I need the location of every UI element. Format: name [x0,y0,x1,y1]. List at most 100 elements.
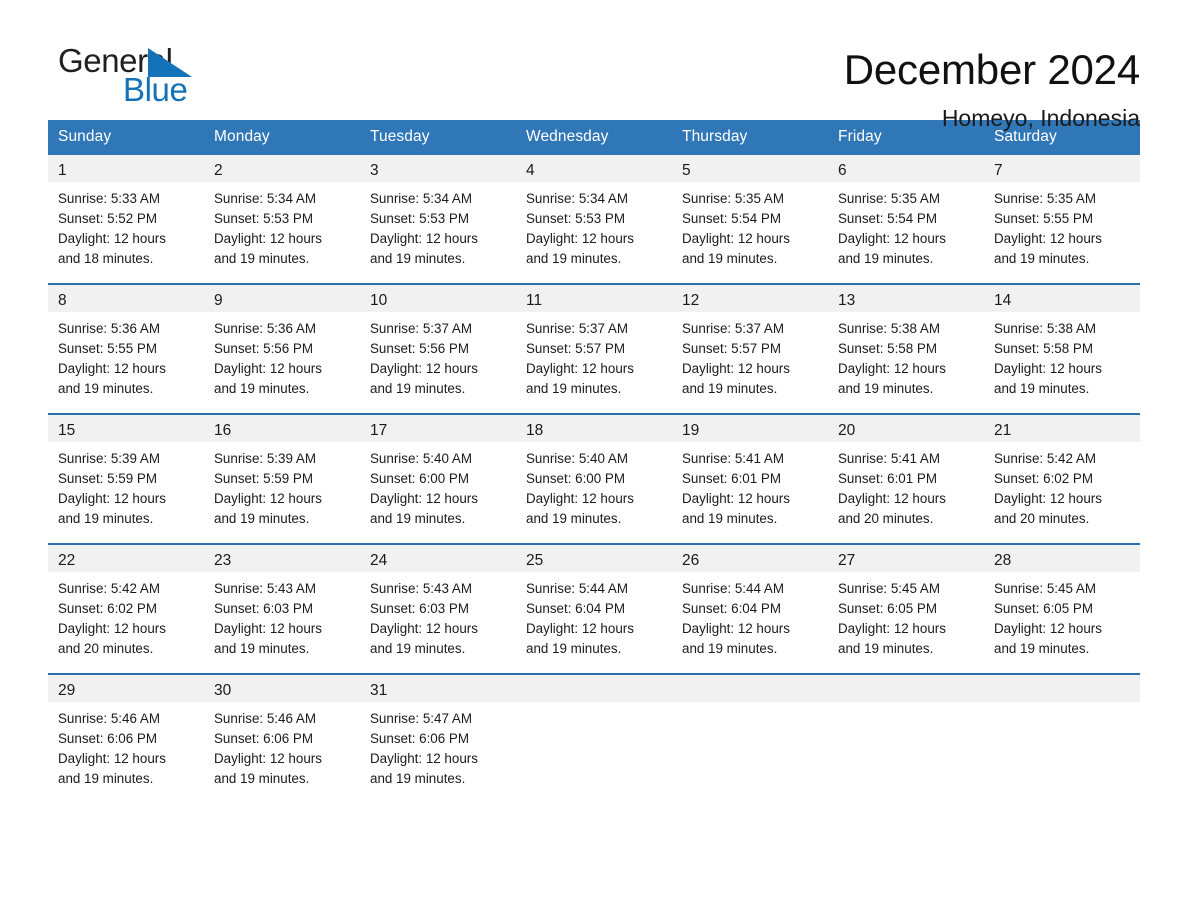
calendar-week-row: 8 Sunrise: 5:36 AM Sunset: 5:55 PM Daylight… [48,283,1140,414]
daylight-duration-line-1: Daylight: 12 hours [838,621,946,636]
calendar-day-cell[interactable]: 4 Sunrise: 5:34 AM Sunset: 5:53 PM Daylight… [516,155,672,284]
daylight-duration-line-2: and 19 minutes. [838,251,934,266]
calendar-day-cell-empty [516,673,672,803]
calendar-day-cell[interactable]: 17 Sunrise: 5:40 AM Sunset: 6:00 PM Dayligh… [360,413,516,544]
sunset-time: Sunset: 6:06 PM [58,731,157,746]
calendar-day-cell[interactable]: 3 Sunrise: 5:34 AM Sunset: 5:53 PM Daylight… [360,155,516,284]
daylight-duration-line-2: and 19 minutes. [526,381,622,396]
day-details: Sunrise: 5:45 AM Sunset: 6:05 PM Daylight:… [828,572,984,673]
calendar-day-cell[interactable]: 30 Sunrise: 5:46 AM Sunset: 6:06 PM Dayligh… [204,673,360,803]
daylight-duration-line-2: and 19 minutes. [370,771,466,786]
calendar-day-cell[interactable]: 13 Sunrise: 5:38 AM Sunset: 5:58 PM Dayligh… [828,283,984,414]
sunset-time: Sunset: 6:06 PM [370,731,469,746]
calendar-day-cell[interactable]: 6 Sunrise: 5:35 AM Sunset: 5:54 PM Daylight… [828,155,984,284]
calendar-day-cell[interactable]: 15 Sunrise: 5:39 AM Sunset: 5:59 PM Dayligh… [48,413,204,544]
day-number: 8 [48,285,204,312]
calendar-day-cell[interactable]: 5 Sunrise: 5:35 AM Sunset: 5:54 PM Daylight… [672,155,828,284]
day-number: 10 [360,285,516,312]
calendar-day-cell[interactable]: 26 Sunrise: 5:44 AM Sunset: 6:04 PM Dayligh… [672,543,828,674]
daylight-duration-line-1: Daylight: 12 hours [994,231,1102,246]
daylight-duration-line-1: Daylight: 12 hours [838,361,946,376]
calendar-day-cell[interactable]: 25 Sunrise: 5:44 AM Sunset: 6:04 PM Dayligh… [516,543,672,674]
calendar-day-cell[interactable]: 11 Sunrise: 5:37 AM Sunset: 5:57 PM Dayligh… [516,283,672,414]
sunrise-time: Sunrise: 5:37 AM [526,321,628,336]
day-number: 19 [672,415,828,442]
day-details: Sunrise: 5:41 AM Sunset: 6:01 PM Daylight:… [828,442,984,543]
day-number: 13 [828,285,984,312]
sunrise-time: Sunrise: 5:46 AM [58,711,160,726]
daylight-duration-line-1: Daylight: 12 hours [214,491,322,506]
day-details: Sunrise: 5:37 AM Sunset: 5:57 PM Daylight:… [516,312,672,413]
calendar-day-cell[interactable]: 22 Sunrise: 5:42 AM Sunset: 6:02 PM Dayligh… [48,543,204,674]
sunset-time: Sunset: 6:02 PM [994,471,1093,486]
calendar-body: 1 Sunrise: 5:33 AM Sunset: 5:52 PM Daylight… [48,155,1140,803]
calendar-day-cell[interactable]: 20 Sunrise: 5:41 AM Sunset: 6:01 PM Dayligh… [828,413,984,544]
daylight-duration-line-1: Daylight: 12 hours [526,491,634,506]
daylight-duration-line-1: Daylight: 12 hours [214,621,322,636]
sunrise-time: Sunrise: 5:40 AM [526,451,628,466]
sunrise-time: Sunrise: 5:44 AM [526,581,628,596]
calendar-day-cell[interactable]: 14 Sunrise: 5:38 AM Sunset: 5:58 PM Dayligh… [984,283,1140,414]
calendar-day-cell[interactable]: 18 Sunrise: 5:40 AM Sunset: 6:00 PM Dayligh… [516,413,672,544]
weekday-header-sunday: Sunday [48,120,204,155]
calendar-week-row: 22 Sunrise: 5:42 AM Sunset: 6:02 PM Dayligh… [48,543,1140,674]
day-details: Sunrise: 5:43 AM Sunset: 6:03 PM Daylight:… [204,572,360,673]
general-blue-logo[interactable]: General Blue [48,44,238,116]
daylight-duration-line-1: Daylight: 12 hours [994,621,1102,636]
day-details: Sunrise: 5:44 AM Sunset: 6:04 PM Daylight:… [516,572,672,673]
calendar-day-cell[interactable]: 16 Sunrise: 5:39 AM Sunset: 5:59 PM Dayligh… [204,413,360,544]
calendar-day-cell[interactable]: 29 Sunrise: 5:46 AM Sunset: 6:06 PM Dayligh… [48,673,204,803]
daylight-duration-line-2: and 19 minutes. [682,251,778,266]
day-number [672,675,828,702]
daylight-duration-line-2: and 19 minutes. [994,251,1090,266]
sunrise-time: Sunrise: 5:33 AM [58,191,160,206]
calendar-day-cell[interactable]: 19 Sunrise: 5:41 AM Sunset: 6:01 PM Dayligh… [672,413,828,544]
daylight-duration-line-1: Daylight: 12 hours [370,231,478,246]
daylight-duration-line-1: Daylight: 12 hours [370,361,478,376]
daylight-duration-line-2: and 19 minutes. [526,641,622,656]
day-number: 22 [48,545,204,572]
calendar-week-row: 15 Sunrise: 5:39 AM Sunset: 5:59 PM Dayligh… [48,413,1140,544]
day-details: Sunrise: 5:34 AM Sunset: 5:53 PM Daylight:… [204,182,360,283]
daylight-duration-line-2: and 19 minutes. [526,251,622,266]
sunrise-time: Sunrise: 5:45 AM [994,581,1096,596]
day-number: 23 [204,545,360,572]
calendar-day-cell[interactable]: 1 Sunrise: 5:33 AM Sunset: 5:52 PM Daylight… [48,155,204,284]
sunrise-time: Sunrise: 5:42 AM [58,581,160,596]
daylight-duration-line-1: Daylight: 12 hours [214,751,322,766]
calendar-day-cell[interactable]: 24 Sunrise: 5:43 AM Sunset: 6:03 PM Dayligh… [360,543,516,674]
calendar-week-row: 29 Sunrise: 5:46 AM Sunset: 6:06 PM Dayligh… [48,673,1140,803]
calendar-day-cell[interactable]: 2 Sunrise: 5:34 AM Sunset: 5:53 PM Daylight… [204,155,360,284]
day-number: 20 [828,415,984,442]
calendar-day-cell[interactable]: 28 Sunrise: 5:45 AM Sunset: 6:05 PM Dayligh… [984,543,1140,674]
sunrise-time: Sunrise: 5:39 AM [58,451,160,466]
daylight-duration-line-2: and 19 minutes. [214,381,310,396]
calendar-day-cell[interactable]: 31 Sunrise: 5:47 AM Sunset: 6:06 PM Dayligh… [360,673,516,803]
calendar-day-cell[interactable]: 12 Sunrise: 5:37 AM Sunset: 5:57 PM Dayligh… [672,283,828,414]
daylight-duration-line-2: and 19 minutes. [214,641,310,656]
calendar-day-cell[interactable]: 21 Sunrise: 5:42 AM Sunset: 6:02 PM Dayligh… [984,413,1140,544]
calendar-day-cell[interactable]: 10 Sunrise: 5:37 AM Sunset: 5:56 PM Dayligh… [360,283,516,414]
daylight-duration-line-1: Daylight: 12 hours [58,751,166,766]
daylight-duration-line-2: and 19 minutes. [214,251,310,266]
day-number: 30 [204,675,360,702]
calendar-day-cell[interactable]: 27 Sunrise: 5:45 AM Sunset: 6:05 PM Dayligh… [828,543,984,674]
calendar-day-cell[interactable]: 8 Sunrise: 5:36 AM Sunset: 5:55 PM Daylight… [48,283,204,414]
day-details: Sunrise: 5:35 AM Sunset: 5:54 PM Daylight:… [672,182,828,283]
day-number: 12 [672,285,828,312]
day-details: Sunrise: 5:36 AM Sunset: 5:55 PM Daylight:… [48,312,204,413]
sunrise-time: Sunrise: 5:39 AM [214,451,316,466]
daylight-duration-line-2: and 19 minutes. [370,641,466,656]
sunrise-time: Sunrise: 5:34 AM [214,191,316,206]
sunset-time: Sunset: 6:04 PM [526,601,625,616]
sunset-time: Sunset: 5:52 PM [58,211,157,226]
daylight-duration-line-1: Daylight: 12 hours [682,491,790,506]
logo-text-blue: Blue [123,71,188,108]
day-details: Sunrise: 5:45 AM Sunset: 6:05 PM Daylight:… [984,572,1140,673]
calendar-day-cell[interactable]: 9 Sunrise: 5:36 AM Sunset: 5:56 PM Daylight… [204,283,360,414]
daylight-duration-line-2: and 20 minutes. [838,511,934,526]
calendar-day-cell[interactable]: 23 Sunrise: 5:43 AM Sunset: 6:03 PM Dayligh… [204,543,360,674]
calendar-day-cell[interactable]: 7 Sunrise: 5:35 AM Sunset: 5:55 PM Daylight… [984,155,1140,284]
day-details: Sunrise: 5:38 AM Sunset: 5:58 PM Daylight:… [828,312,984,413]
daylight-duration-line-1: Daylight: 12 hours [682,231,790,246]
